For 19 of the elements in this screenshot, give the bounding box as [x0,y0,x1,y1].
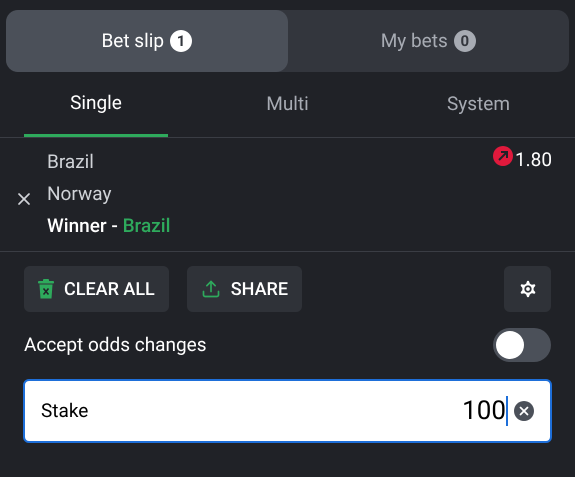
share-icon [200,279,221,299]
top-tab[interactable]: My bets 0 [288,10,569,72]
bet-type-tab[interactable]: Single [24,72,168,137]
stake-field[interactable]: Stake 100 [23,379,552,443]
bet-type-tab[interactable]: System [383,72,574,137]
team-name: Norway [47,181,112,207]
bet-type-tab[interactable]: Multi [192,72,383,137]
odds-up-icon [492,146,513,166]
clear-all-button[interactable]: CLEAR ALL [24,266,169,312]
share-button[interactable]: SHARE [186,266,302,312]
settings-button[interactable] [504,266,551,312]
toggle-switch[interactable] [493,328,551,362]
odds-value: 1.80 [514,147,552,173]
trash-icon [38,279,54,299]
toggle-label: Accept odds changes [24,332,207,358]
top-tab[interactable]: Bet slip 1 [6,10,288,72]
market-line: Winner - Brazil [47,213,172,239]
clear-icon[interactable] [514,401,534,421]
team-name: Brazil [47,149,95,175]
